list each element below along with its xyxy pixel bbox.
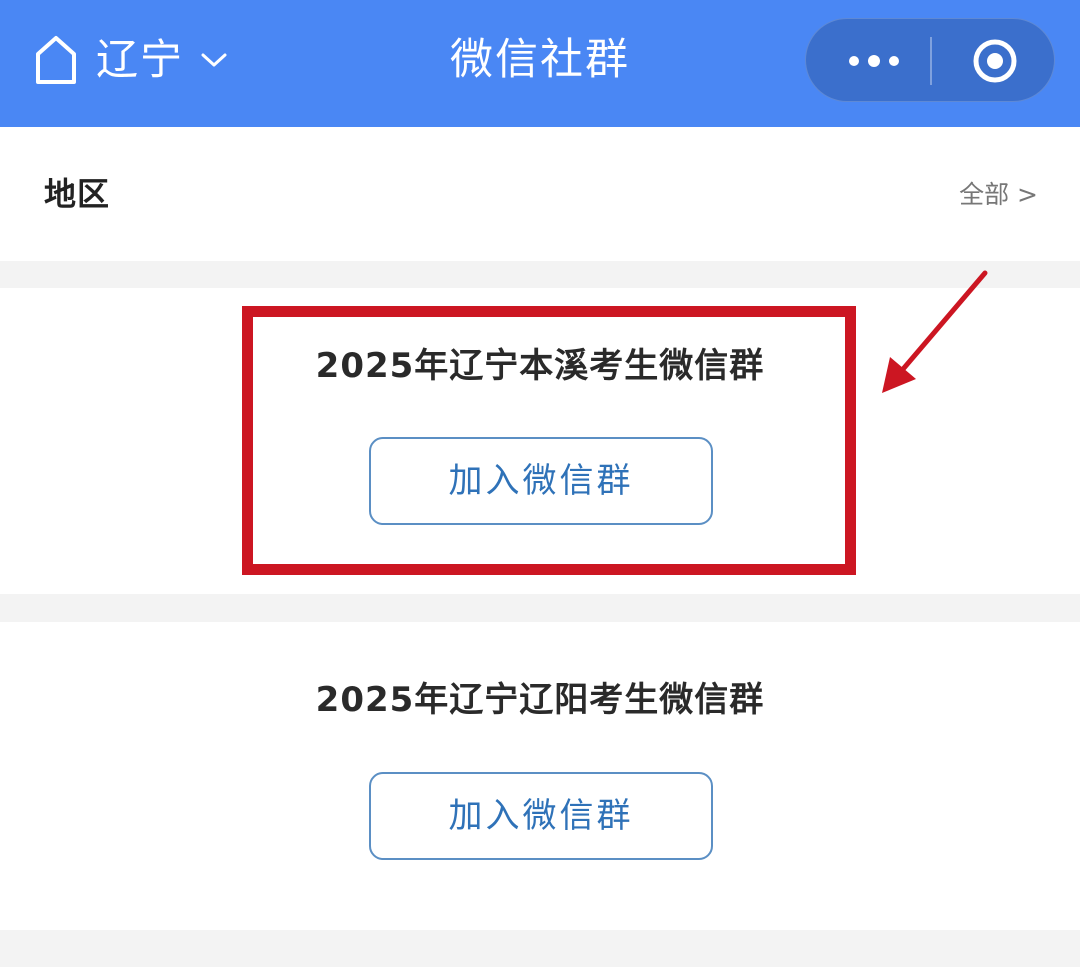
- group-card: 2025年辽宁辽阳考生微信群 加入微信群: [0, 622, 1080, 930]
- region-filter-row: 地区 全部 >: [0, 127, 1080, 261]
- region-label: 地区: [44, 175, 111, 213]
- capsule-divider: [930, 37, 932, 85]
- home-icon[interactable]: [34, 34, 78, 86]
- city-selector[interactable]: 辽宁: [96, 30, 184, 90]
- group-title: 2025年辽宁辽阳考生微信群: [315, 680, 765, 720]
- more-dots-icon[interactable]: [846, 51, 902, 71]
- red-arrow-icon: [882, 270, 988, 393]
- top-nav-bar: 辽宁 微信社群: [0, 0, 1080, 127]
- chevron-down-icon[interactable]: [200, 50, 228, 70]
- mini-program-capsule: [805, 18, 1055, 102]
- target-close-icon[interactable]: [972, 38, 1018, 84]
- view-all-regions-link[interactable]: 全部 >: [959, 175, 1038, 211]
- page-title: 微信社群: [450, 35, 630, 85]
- red-highlight-box: [242, 306, 856, 575]
- join-group-button[interactable]: 加入微信群: [369, 772, 713, 860]
